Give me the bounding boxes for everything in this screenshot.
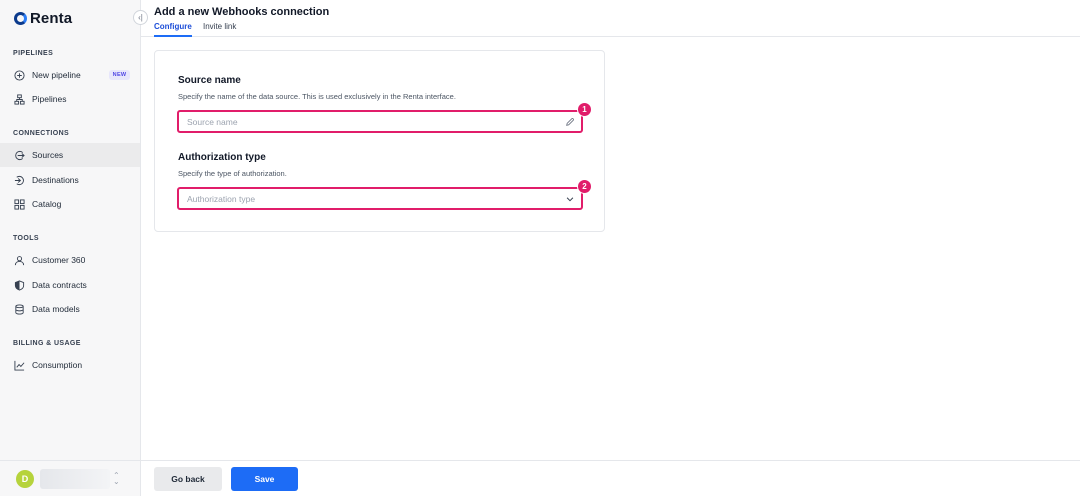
destinations-icon [14, 175, 25, 186]
sidebar-item-label: Sources [32, 150, 64, 160]
sidebar-item-label: Customer 360 [32, 255, 86, 265]
sidebar-item-label: Destinations [32, 175, 79, 185]
authorization-type-select[interactable]: Authorization type [177, 187, 583, 210]
sidebar-item-data-contracts[interactable]: Data contracts [0, 273, 140, 297]
sidebar-item-destinations[interactable]: Destinations [0, 168, 140, 192]
form-footer: Go back Save [141, 460, 1080, 496]
source-name-description: Specify the name of the data source. Thi… [178, 92, 456, 101]
save-button[interactable]: Save [231, 467, 298, 491]
account-switcher[interactable]: D ⌃ ⌄ [0, 460, 140, 496]
source-name-field[interactable] [177, 110, 583, 133]
sidebar-item-customer-360[interactable]: Customer 360 [0, 248, 140, 272]
sidebar-item-sources[interactable]: Sources [0, 143, 140, 167]
renta-logo[interactable]: Renta [14, 9, 72, 27]
go-back-button[interactable]: Go back [154, 467, 222, 491]
authorization-type-placeholder: Authorization type [187, 193, 256, 204]
section-title-tools: TOOLS [13, 235, 39, 242]
section-title-pipelines: PIPELINES [13, 50, 54, 57]
sidebar-item-data-models[interactable]: Data models [0, 297, 140, 321]
chart-icon [14, 360, 25, 371]
new-badge: NEW [108, 70, 131, 80]
annotation-marker-1: 1 [577, 102, 592, 117]
sidebar-item-label: Data contracts [32, 280, 87, 290]
authorization-type-title: Authorization type [178, 152, 266, 163]
collapse-sidebar-icon[interactable]: ‹| [133, 10, 148, 25]
database-icon [14, 303, 25, 315]
pencil-icon[interactable] [564, 116, 575, 127]
sidebar-item-catalog[interactable]: Catalog [0, 192, 140, 216]
avatar[interactable]: D [16, 470, 34, 488]
page-header: Add a new Webhooks connection Configure … [141, 0, 1080, 37]
sidebar: Renta PIPELINES New pipeline NEW Pipelin… [0, 0, 141, 496]
plus-circle-icon [14, 69, 25, 81]
connection-form-card: Source name Specify the name of the data… [154, 50, 605, 232]
tab-configure[interactable]: Configure [154, 22, 192, 37]
sidebar-item-label: Data models [32, 304, 80, 314]
sidebar-item-label: Catalog [32, 199, 62, 209]
renta-logo-icon [14, 11, 27, 25]
sidebar-item-consumption[interactable]: Consumption [0, 353, 140, 377]
source-name-input[interactable] [187, 116, 547, 127]
sidebar-item-pipelines[interactable]: Pipelines [0, 87, 140, 111]
user-icon [14, 255, 25, 266]
annotation-marker-2: 2 [577, 179, 592, 194]
section-title-billing: BILLING & USAGE [13, 340, 81, 347]
source-name-title: Source name [178, 75, 241, 86]
sidebar-item-label: Consumption [32, 360, 83, 370]
sidebar-item-label: Pipelines [32, 94, 67, 104]
pipelines-icon [14, 93, 25, 105]
sidebar-item-new-pipeline[interactable]: New pipeline NEW [0, 63, 140, 87]
app-name: Renta [30, 9, 73, 27]
account-name-redacted [40, 469, 110, 489]
page-title: Add a new Webhooks connection [154, 6, 330, 18]
chevron-up-down-icon[interactable]: ⌃ ⌄ [113, 472, 120, 486]
section-title-connections: CONNECTIONS [13, 130, 70, 137]
sources-icon [14, 150, 25, 161]
shield-icon [14, 279, 25, 291]
authorization-type-description: Specify the type of authorization. [178, 169, 287, 178]
chevron-down-icon[interactable] [564, 193, 575, 204]
tab-invite-link[interactable]: Invite link [203, 22, 236, 37]
catalog-icon [14, 198, 25, 210]
sidebar-item-label: New pipeline [32, 70, 81, 80]
